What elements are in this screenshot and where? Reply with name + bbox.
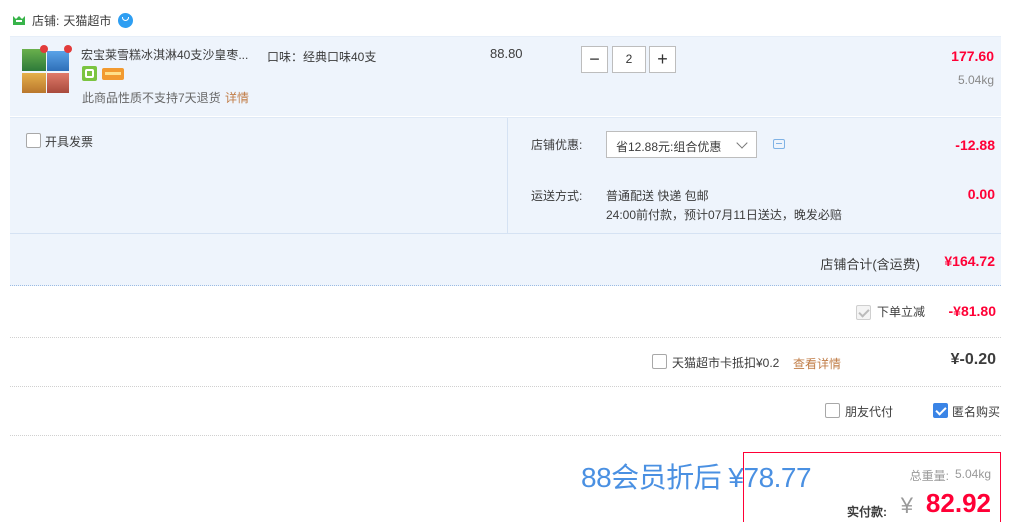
anonymous-buy-label: 匿名购买 xyxy=(952,405,1001,419)
shop-label: 店铺: xyxy=(32,13,60,28)
delivery-method: 普通配送 快递 包邮 xyxy=(606,189,709,203)
unit-price: 88.80 xyxy=(490,46,523,61)
row-separator xyxy=(10,435,1001,436)
item-row: 宏宝莱雪糕冰淇淋40支沙皇枣... 此商品性质不支持7天退货 详情 口味：经典口… xyxy=(10,36,1001,116)
shop-total-label: 店铺合计(含运费) xyxy=(820,257,920,272)
wangwang-chat-icon[interactable] xyxy=(118,12,134,28)
message-icon[interactable] xyxy=(773,139,785,149)
order-discount-amount: -¥81.80 xyxy=(948,303,996,319)
actual-pay-amount: 82.92 xyxy=(925,488,991,518)
total-weight-label: 总重量: xyxy=(909,469,949,483)
shop-discount-selected: 省12.88元:组合优惠 xyxy=(616,140,722,154)
product-title-link[interactable]: 宏宝莱雪糕冰淇淋40支沙皇枣... xyxy=(81,46,248,63)
order-options-panel: 开具发票 店铺优惠: 省12.88元:组合优惠 -12.88 运送方式: 普通配… xyxy=(10,117,1001,286)
payment-summary-box: 总重量: 5.04kg 实付款: ¥ 82.92 xyxy=(743,452,1001,522)
friend-pay-checkbox[interactable] xyxy=(825,403,840,418)
order-discount-label: 下单立减 xyxy=(877,305,926,319)
order-discount-checkbox xyxy=(856,305,871,320)
anonymous-buy-checkbox[interactable] xyxy=(933,403,948,418)
shop-name[interactable]: 天猫超市 xyxy=(63,12,111,29)
shop-total-amount: ¥164.72 xyxy=(944,253,995,269)
actual-pay-currency: ¥ xyxy=(900,493,913,518)
product-thumbnail[interactable] xyxy=(22,45,72,95)
service-badge-icon xyxy=(82,66,97,81)
item-subtotal: 177.60 xyxy=(951,48,994,64)
panel-divider-h xyxy=(10,233,1001,234)
quantity-input[interactable]: 2 xyxy=(612,46,646,73)
friend-pay-label: 朋友代付 xyxy=(845,405,894,419)
tmall-shop-icon xyxy=(13,16,25,25)
panel-divider xyxy=(507,118,508,233)
invoice-checkbox[interactable] xyxy=(26,133,41,148)
tmall-card-amount: ¥-0.20 xyxy=(950,351,996,368)
return-policy-detail-link[interactable]: 详情 xyxy=(225,89,249,106)
actual-pay-label: 实付款: xyxy=(847,505,887,519)
shop-discount-label: 店铺优惠: xyxy=(531,138,583,152)
row-separator xyxy=(10,386,1001,387)
quantity-increase-button[interactable]: + xyxy=(649,46,676,73)
invoice-label: 开具发票 xyxy=(45,135,94,149)
quantity-decrease-button[interactable]: − xyxy=(581,46,608,73)
row-separator xyxy=(10,337,1001,338)
delivery-note: 24:00前付款，预计07月11日送达，晚发必赔 xyxy=(606,208,842,222)
tmall-card-label: 天猫超市卡抵扣¥0.2 xyxy=(672,356,780,370)
shop-discount-amount: -12.88 xyxy=(955,137,995,153)
return-policy-notice: 此商品性质不支持7天退货 xyxy=(82,91,221,105)
shop-header: 店铺: 天猫超市 xyxy=(12,11,134,29)
delivery-amount: 0.00 xyxy=(967,186,995,202)
total-weight: 5.04kg xyxy=(954,467,991,481)
card-pay-badge-icon xyxy=(102,68,124,80)
sku-spec: 口味：经典口味40支 xyxy=(267,50,377,64)
tmall-card-checkbox[interactable] xyxy=(652,354,667,369)
chevron-down-icon xyxy=(736,137,748,149)
item-weight: 5.04kg xyxy=(957,73,994,87)
delivery-label: 运送方式: xyxy=(531,189,583,203)
tmall-card-detail-link[interactable]: 查看详情 xyxy=(793,355,841,372)
quantity-stepper: − 2 + xyxy=(581,46,677,73)
shop-discount-select[interactable]: 省12.88元:组合优惠 xyxy=(606,131,757,158)
